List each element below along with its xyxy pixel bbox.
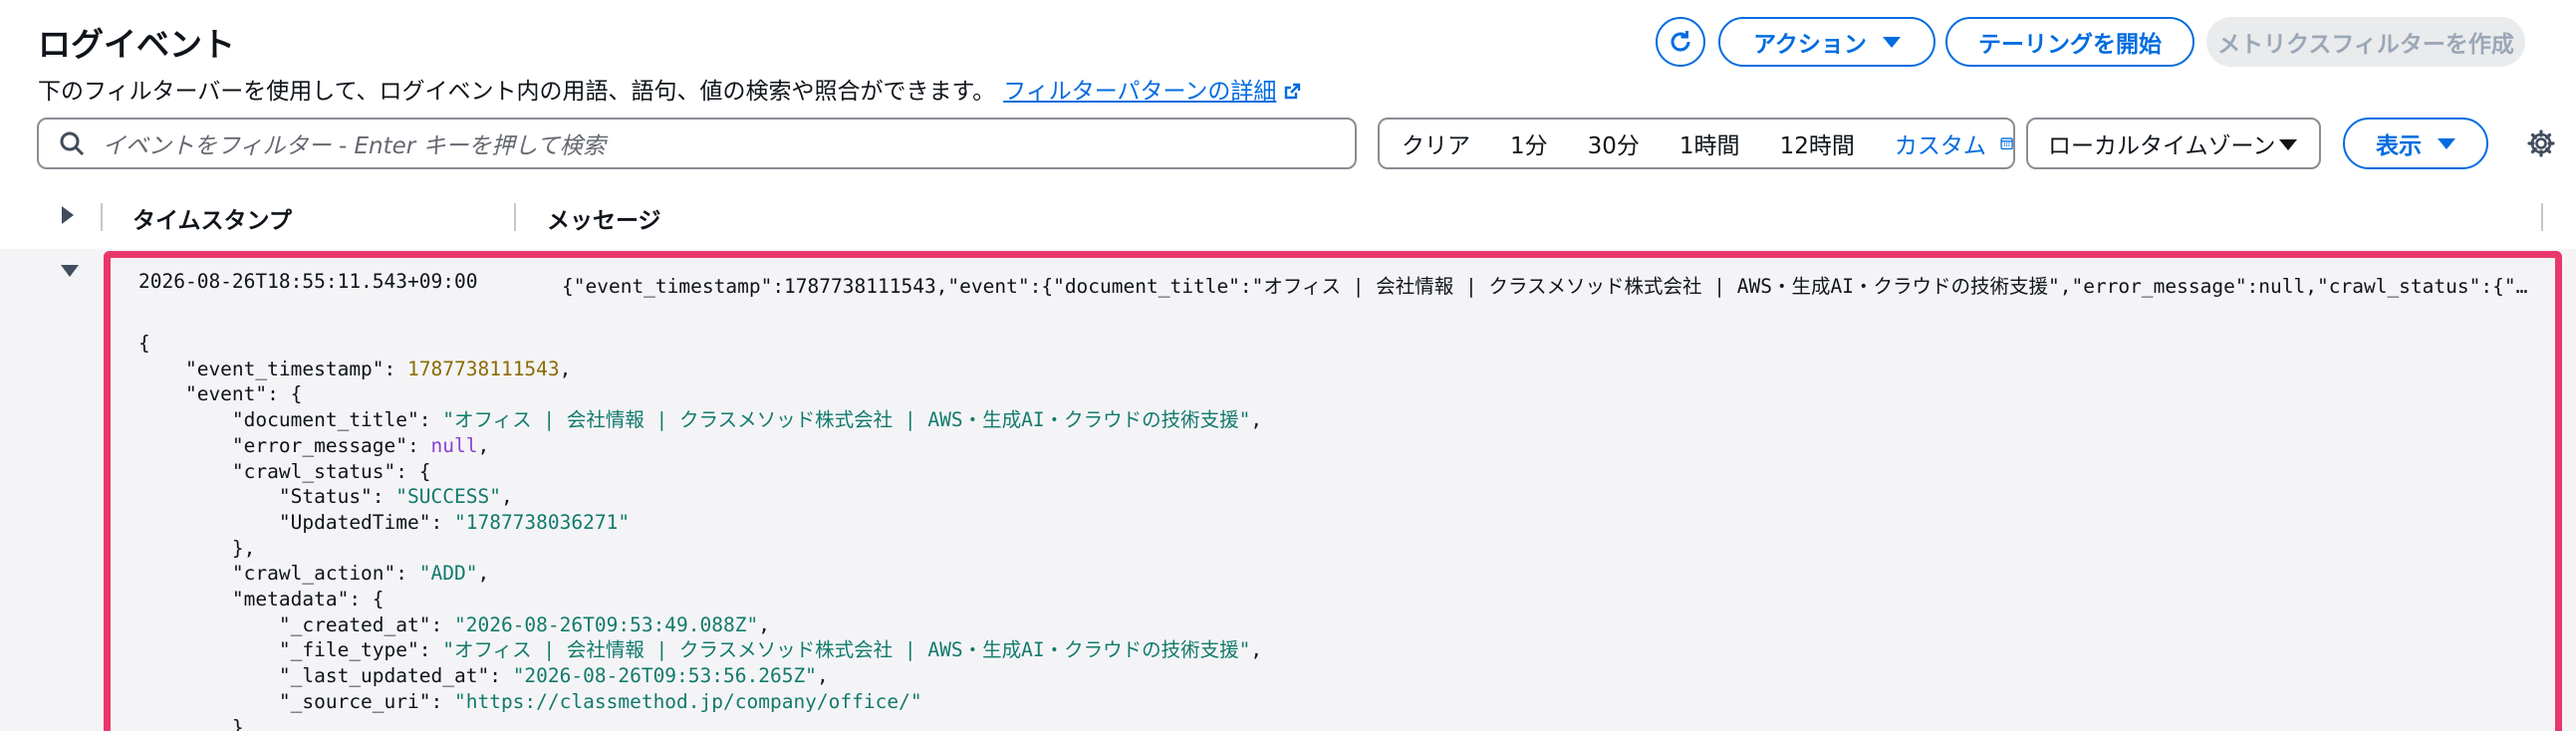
column-divider bbox=[101, 203, 103, 231]
filter-pattern-link[interactable]: フィルターパターンの詳細 bbox=[1003, 79, 1302, 105]
json-document-title: "オフィス | 会社情報 | クラスメソッド株式会社 | AWS・生成AI・クラ… bbox=[442, 408, 1251, 432]
json-status: "SUCCESS" bbox=[395, 485, 501, 509]
json-created-at: "2026-08-26T09:53:49.088Z" bbox=[453, 612, 759, 636]
time-range-1h[interactable]: 1時間 bbox=[1679, 126, 1740, 160]
time-range-custom[interactable]: カスタム bbox=[1895, 126, 1986, 160]
search-icon bbox=[60, 131, 85, 156]
json-source-uri: "https://classmethod.jp/company/office/" bbox=[453, 689, 922, 713]
column-timestamp[interactable]: タイムスタンプ bbox=[132, 201, 292, 235]
actions-button[interactable]: アクション bbox=[1718, 17, 1935, 67]
column-divider[interactable] bbox=[514, 203, 516, 231]
caret-down-icon bbox=[2438, 137, 2455, 149]
description-text: 下のフィルターバーを使用して、ログイベント内の用語、語句、値の検索や照合ができま… bbox=[38, 79, 996, 105]
create-metric-filter-button[interactable]: メトリクスフィルターを作成 bbox=[2206, 17, 2525, 67]
start-tailing-label: テーリングを開始 bbox=[1978, 32, 2162, 58]
json-updated-time: "1787738036271" bbox=[453, 510, 631, 534]
refresh-button[interactable] bbox=[1656, 17, 1705, 67]
column-message[interactable]: メッセージ bbox=[547, 201, 661, 235]
event-json-detail: { "event_timestamp": 1787738111543, "eve… bbox=[138, 332, 1263, 731]
json-error-message: null bbox=[430, 433, 478, 457]
json-crawl-action: "ADD" bbox=[418, 562, 478, 586]
time-range-12h[interactable]: 12時間 bbox=[1780, 126, 1855, 160]
log-table-header: タイムスタンプ メッセージ bbox=[0, 195, 2576, 237]
filter-search-input[interactable]: イベントをフィルター - Enter キーを押して検索 bbox=[37, 118, 1357, 169]
display-button[interactable]: 表示 bbox=[2343, 118, 2488, 169]
json-file-type: "オフィス | 会社情報 | クラスメソッド株式会社 | AWS・生成AI・クラ… bbox=[442, 638, 1251, 662]
json-last-updated-at: "2026-08-26T09:53:56.265Z" bbox=[512, 664, 817, 688]
time-range-clear[interactable]: クリア bbox=[1402, 126, 1470, 160]
page-title: ログイベント bbox=[38, 25, 235, 64]
search-placeholder: イベントをフィルター - Enter キーを押して検索 bbox=[103, 133, 606, 159]
event-timestamp: 2026-08-26T18:55:11.543+09:00 bbox=[138, 270, 478, 293]
filter-pattern-link-label: フィルターパターンの詳細 bbox=[1003, 79, 1277, 105]
external-link-icon bbox=[1285, 83, 1301, 100]
json-event-timestamp: 1787738111543 bbox=[407, 357, 560, 380]
time-range-30m[interactable]: 30分 bbox=[1588, 126, 1640, 160]
gear-icon[interactable] bbox=[2526, 128, 2556, 158]
collapse-row-icon[interactable] bbox=[61, 265, 79, 277]
expand-all-icon[interactable] bbox=[62, 206, 74, 224]
event-message: {"event_timestamp":1787738111543,"event"… bbox=[562, 275, 2532, 298]
column-divider bbox=[2541, 203, 2543, 231]
caret-down-icon bbox=[2279, 139, 2297, 150]
caret-down-icon bbox=[1882, 36, 1901, 48]
time-range-1m[interactable]: 1分 bbox=[1510, 126, 1548, 160]
timezone-select[interactable]: ローカルタイムゾーン bbox=[2026, 118, 2321, 169]
log-event-summary[interactable]: 2026-08-26T18:55:11.543+09:00 {"event_tim… bbox=[138, 270, 2532, 299]
calendar-icon[interactable] bbox=[2000, 131, 2013, 155]
start-tailing-button[interactable]: テーリングを開始 bbox=[1945, 17, 2194, 67]
timezone-value: ローカルタイムゾーン bbox=[2048, 133, 2276, 159]
display-button-label: 表示 bbox=[2376, 133, 2422, 159]
highlighted-log-event: 2026-08-26T18:55:11.543+09:00 {"event_tim… bbox=[104, 251, 2562, 731]
page-description: 下のフィルターバーを使用して、ログイベント内の用語、語句、値の検索や照合ができま… bbox=[38, 72, 1302, 106]
time-range-selector: クリア 1分 30分 1時間 12時間 カスタム bbox=[1378, 118, 2015, 169]
refresh-icon bbox=[1671, 31, 1690, 52]
actions-button-label: アクション bbox=[1753, 32, 1867, 58]
create-metric-filter-label: メトリクスフィルターを作成 bbox=[2217, 32, 2514, 58]
